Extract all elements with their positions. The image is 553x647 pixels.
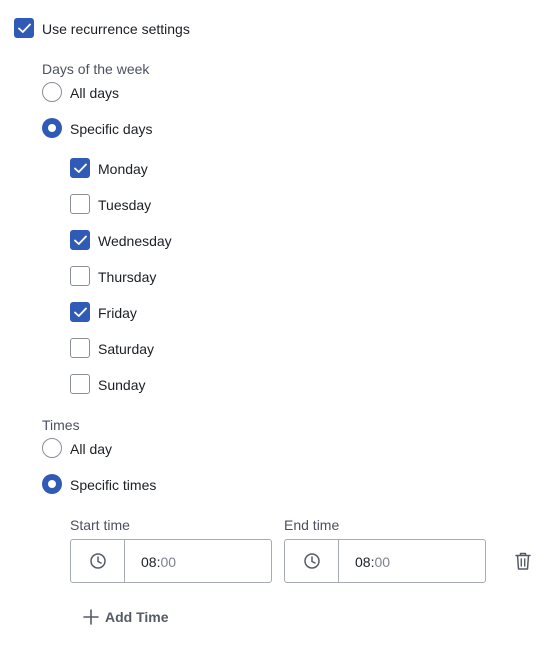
add-time-label: Add Time — [105, 609, 169, 625]
radio-ring[interactable] — [42, 438, 62, 458]
radio-specific-days[interactable]: Specific days — [42, 118, 182, 140]
checkbox-box[interactable] — [14, 18, 34, 38]
end-time-input[interactable]: 08:00 — [284, 539, 486, 583]
radio-ring-selected[interactable] — [42, 118, 62, 138]
days-of-week-label: Days of the week — [42, 61, 150, 77]
all-day-label: All day — [70, 441, 113, 457]
day-checkbox-saturday[interactable]: Saturday — [70, 338, 210, 360]
start-time-clock-button[interactable] — [71, 540, 125, 582]
radio-all-days[interactable]: All days — [42, 82, 162, 104]
checkbox-box[interactable] — [70, 374, 90, 394]
radio-specific-times[interactable]: Specific times — [42, 474, 182, 496]
day-checkbox-monday[interactable]: Monday — [70, 158, 210, 180]
check-icon — [18, 23, 31, 33]
day-label-thursday: Thursday — [98, 269, 157, 285]
checkbox-box[interactable] — [70, 266, 90, 286]
day-checkbox-wednesday[interactable]: Wednesday — [70, 230, 210, 252]
start-time-minutes: 00 — [160, 554, 177, 570]
checkbox-box[interactable] — [70, 338, 90, 358]
trash-icon — [515, 552, 531, 570]
day-label-sunday: Sunday — [98, 377, 146, 393]
end-time-label: End time — [284, 517, 340, 533]
plus-icon — [83, 609, 99, 625]
start-time-input[interactable]: 08:00 — [70, 539, 272, 583]
use-recurrence-checkbox[interactable]: Use recurrence settings — [14, 18, 214, 40]
day-label-monday: Monday — [98, 161, 148, 177]
day-checkbox-sunday[interactable]: Sunday — [70, 374, 210, 396]
day-label-friday: Friday — [98, 305, 137, 321]
use-recurrence-label: Use recurrence settings — [42, 21, 190, 37]
day-checkbox-thursday[interactable]: Thursday — [70, 266, 210, 288]
specific-times-label: Specific times — [70, 477, 157, 493]
check-icon — [74, 163, 87, 173]
all-days-label: All days — [70, 85, 120, 101]
start-time-label: Start time — [70, 517, 130, 533]
start-time-hours: 08 — [141, 554, 157, 570]
end-time-clock-button[interactable] — [285, 540, 339, 582]
radio-ring[interactable] — [42, 82, 62, 102]
day-label-tuesday: Tuesday — [98, 197, 152, 213]
checkbox-box[interactable] — [70, 158, 90, 178]
day-label-wednesday: Wednesday — [98, 233, 172, 249]
end-time-hours: 08 — [355, 554, 371, 570]
end-time-minutes: 00 — [374, 554, 391, 570]
check-icon — [74, 307, 87, 317]
specific-days-label: Specific days — [70, 121, 153, 137]
checkbox-box[interactable] — [70, 230, 90, 250]
add-time-button[interactable]: Add Time — [83, 606, 169, 628]
radio-ring-selected[interactable] — [42, 474, 62, 494]
clock-icon — [90, 553, 106, 569]
start-time-value[interactable]: 08:00 — [141, 554, 176, 570]
checkbox-box[interactable] — [70, 194, 90, 214]
check-icon — [74, 235, 87, 245]
day-checkbox-tuesday[interactable]: Tuesday — [70, 194, 210, 216]
radio-all-day[interactable]: All day — [42, 438, 162, 460]
times-label: Times — [42, 417, 80, 433]
delete-time-button[interactable] — [514, 551, 532, 571]
day-label-saturday: Saturday — [98, 341, 155, 357]
day-checkbox-friday[interactable]: Friday — [70, 302, 210, 324]
clock-icon — [304, 553, 320, 569]
end-time-value[interactable]: 08:00 — [355, 554, 390, 570]
checkbox-box[interactable] — [70, 302, 90, 322]
